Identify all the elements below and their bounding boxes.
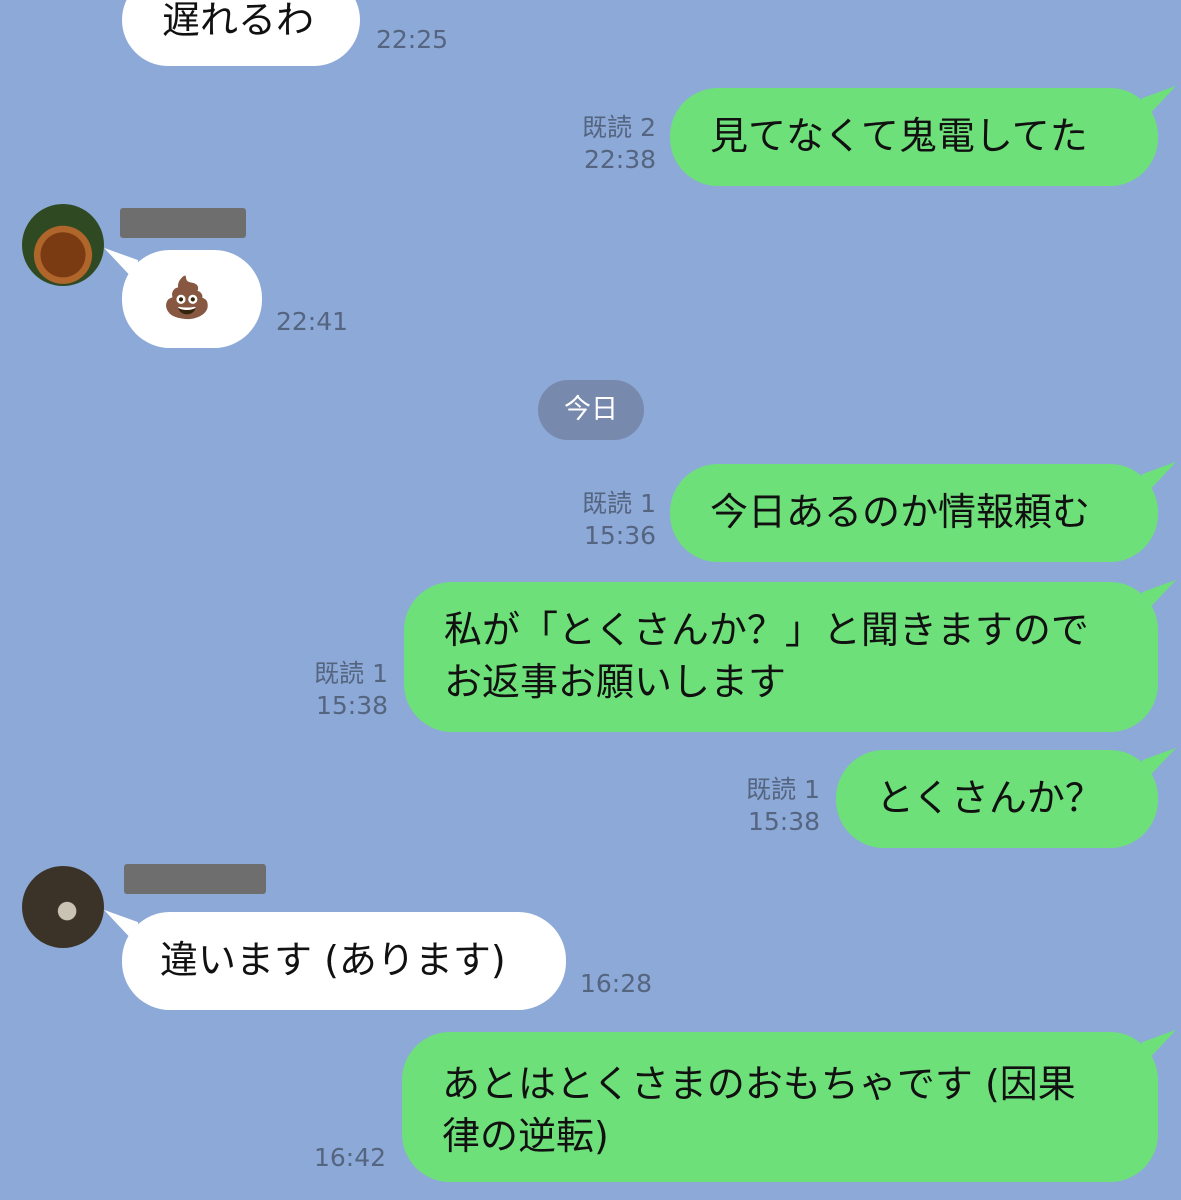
message-meta: 既読 1 15:38	[292, 658, 388, 722]
message-text: 見てなくて鬼電してた	[710, 114, 1088, 158]
message-timestamp: 22:38	[583, 145, 656, 174]
message-meta: 既読 1 15:38	[724, 774, 820, 838]
read-receipt: 既読 1	[746, 775, 820, 804]
message-bubble-outgoing[interactable]: 見てなくて鬼電してた	[670, 85, 1176, 186]
message-timestamp: 22:25	[376, 25, 449, 54]
message-text-line2: お返事お願いします	[444, 660, 787, 704]
message-meta: 既読 2 22:38	[560, 112, 656, 176]
message-bubble-incoming[interactable]: 💩	[104, 247, 262, 348]
chat-area: 遅れるわ 22:25 見てなくて鬼電してた 既読 2 22:38 💩 22:41…	[0, 0, 1181, 1200]
message-text-line1: あとはとくさまのおもちゃです (因果	[442, 1062, 1076, 1106]
message-text: 今日あるのか情報頼む	[710, 490, 1091, 534]
message-bubble-incoming[interactable]: 遅れるわ	[122, 0, 360, 66]
read-receipt: 既読 1	[582, 489, 656, 518]
message-bubble-outgoing[interactable]: 今日あるのか情報頼む	[670, 461, 1176, 562]
message-timestamp: 15:36	[583, 521, 656, 550]
message-bubble-incoming[interactable]: 違います (あります)	[104, 909, 566, 1010]
message-text: とくさんか？	[876, 776, 1103, 820]
message-bubble-outgoing[interactable]: とくさんか？	[836, 747, 1176, 848]
message-timestamp: 16:42	[313, 1143, 386, 1172]
avatar[interactable]	[22, 866, 104, 948]
date-separator: 今日	[538, 380, 644, 440]
message-timestamp: 16:28	[580, 969, 653, 998]
message-text-line1: 私が「とくさんか？」と聞きますので	[444, 608, 1089, 652]
message-text-line2: 律の逆転)	[442, 1114, 609, 1158]
message-timestamp: 22:41	[276, 307, 349, 336]
message-meta: 既読 1 15:36	[560, 488, 656, 552]
read-receipt: 既読 1	[314, 659, 388, 688]
sender-name-redacted	[120, 208, 246, 238]
message-timestamp: 15:38	[315, 691, 388, 720]
message-bubble-outgoing[interactable]: あとはとくさまのおもちゃです (因果 律の逆転)	[402, 1029, 1176, 1182]
message-text: 遅れるわ	[162, 0, 315, 42]
message-bubble-outgoing[interactable]: 私が「とくさんか？」と聞きますので お返事お願いします	[404, 579, 1176, 732]
poop-emoji-icon: 💩	[162, 275, 212, 321]
message-timestamp: 15:38	[747, 807, 820, 836]
avatar[interactable]	[22, 204, 104, 286]
message-text: 違います (あります)	[160, 938, 506, 982]
sender-name-redacted	[124, 864, 266, 894]
read-receipt: 既読 2	[582, 113, 656, 142]
